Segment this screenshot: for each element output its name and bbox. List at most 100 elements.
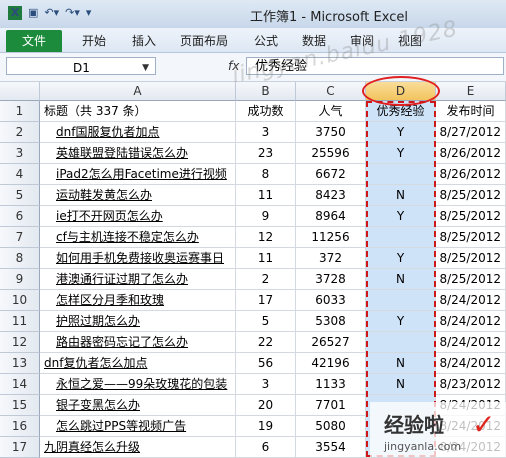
cell-title[interactable]: ie打不开网页怎么办 <box>40 206 236 227</box>
cell-success-count[interactable]: 3 <box>236 374 296 395</box>
cell-title[interactable]: dnf复仇者怎么加点 <box>40 353 236 374</box>
row-header[interactable]: 15 <box>0 395 40 416</box>
cell-success-count[interactable]: 8 <box>236 164 296 185</box>
chevron-down-icon[interactable]: ▼ <box>142 59 149 77</box>
excel-app-icon[interactable]: X <box>8 6 22 20</box>
cell-title[interactable]: iPad2怎么用Facetime进行视频 <box>40 164 236 185</box>
row-header[interactable]: 6 <box>0 206 40 227</box>
cell-excellent[interactable]: Y <box>366 311 436 332</box>
column-header-a[interactable]: A <box>40 82 236 101</box>
column-header-d[interactable]: D <box>366 82 436 101</box>
cell-success-count[interactable]: 19 <box>236 416 296 437</box>
cell-title[interactable]: 运动鞋发黄怎么办 <box>40 185 236 206</box>
cell-excellent[interactable]: N <box>366 353 436 374</box>
cell-popularity[interactable]: 3728 <box>296 269 366 290</box>
row-header[interactable]: 7 <box>0 227 40 248</box>
row-header[interactable]: 8 <box>0 248 40 269</box>
cell-title[interactable]: 怎样区分月季和玫瑰 <box>40 290 236 311</box>
column-header-e[interactable]: E <box>436 82 506 101</box>
row-header[interactable]: 5 <box>0 185 40 206</box>
cell-date[interactable]: 8/23/2012 <box>436 374 506 395</box>
cell-title[interactable]: cf与主机连接不稳定怎么办 <box>40 227 236 248</box>
cell-excellent[interactable] <box>366 290 436 311</box>
cell-popularity[interactable]: 372 <box>296 248 366 269</box>
tab-page-layout[interactable]: 页面布局 <box>180 32 228 49</box>
row-header[interactable]: 2 <box>0 122 40 143</box>
cell-excellent[interactable]: Y <box>366 248 436 269</box>
cell-excellent[interactable]: N <box>366 185 436 206</box>
cell-date[interactable]: 8/27/2012 <box>436 122 506 143</box>
row-header[interactable]: 1 <box>0 101 40 122</box>
cell-title[interactable]: 护照过期怎么办 <box>40 311 236 332</box>
row-header[interactable]: 3 <box>0 143 40 164</box>
column-header-c[interactable]: C <box>296 82 366 101</box>
cell-excellent[interactable]: Y <box>366 143 436 164</box>
cell-excellent[interactable]: N <box>366 269 436 290</box>
cell-popularity[interactable]: 5308 <box>296 311 366 332</box>
cell-excellent[interactable] <box>366 227 436 248</box>
row-header[interactable]: 14 <box>0 374 40 395</box>
cell-popularity[interactable]: 26527 <box>296 332 366 353</box>
cell-success-count[interactable]: 20 <box>236 395 296 416</box>
column-header-b[interactable]: B <box>236 82 296 101</box>
cell-title[interactable]: 永恒之爱——99朵玫瑰花的包装 <box>40 374 236 395</box>
cell-popularity[interactable]: 1133 <box>296 374 366 395</box>
spreadsheet-grid[interactable]: A B C D E 1 标题（共 337 条） 成功数 人气 优秀经验 发布时间 2 dnf国… <box>0 82 506 458</box>
cell-title[interactable]: 如何用手机免费接收奥运赛事日 <box>40 248 236 269</box>
cell-popularity[interactable]: 8964 <box>296 206 366 227</box>
row-header[interactable]: 4 <box>0 164 40 185</box>
header-cell-popularity[interactable]: 人气 <box>296 101 366 122</box>
cell-success-count[interactable]: 11 <box>236 248 296 269</box>
cell-date[interactable]: 8/24/2012 <box>436 311 506 332</box>
cell-success-count[interactable]: 12 <box>236 227 296 248</box>
cell-success-count[interactable]: 5 <box>236 311 296 332</box>
cell-success-count[interactable]: 9 <box>236 206 296 227</box>
cell-success-count[interactable]: 11 <box>236 185 296 206</box>
row-header[interactable]: 10 <box>0 290 40 311</box>
cell-popularity[interactable]: 3554 <box>296 437 366 458</box>
cell-success-count[interactable]: 3 <box>236 122 296 143</box>
cell-date[interactable]: 8/24/2012 <box>436 290 506 311</box>
header-cell-excellent[interactable]: 优秀经验 <box>366 101 436 122</box>
cell-success-count[interactable]: 6 <box>236 437 296 458</box>
cell-date[interactable]: 8/25/2012 <box>436 248 506 269</box>
cell-excellent[interactable]: Y <box>366 206 436 227</box>
cell-title[interactable]: 怎么跳过PPS等视频广告 <box>40 416 236 437</box>
tab-insert[interactable]: 插入 <box>132 32 156 49</box>
cell-popularity[interactable]: 6033 <box>296 290 366 311</box>
row-header[interactable]: 13 <box>0 353 40 374</box>
header-cell-success-count[interactable]: 成功数 <box>236 101 296 122</box>
tab-home[interactable]: 开始 <box>82 32 106 49</box>
row-header[interactable]: 9 <box>0 269 40 290</box>
cell-date[interactable]: 8/26/2012 <box>436 143 506 164</box>
cell-title[interactable]: 英雄联盟登陆错误怎么办 <box>40 143 236 164</box>
cell-title[interactable]: 九阴真经怎么升级 <box>40 437 236 458</box>
cell-success-count[interactable]: 22 <box>236 332 296 353</box>
cell-date[interactable]: 8/26/2012 <box>436 164 506 185</box>
tab-file[interactable]: 文件 <box>6 30 62 52</box>
row-header[interactable]: 16 <box>0 416 40 437</box>
cell-date[interactable]: 8/25/2012 <box>436 269 506 290</box>
cell-excellent[interactable]: Y <box>366 122 436 143</box>
header-cell-date[interactable]: 发布时间 <box>436 101 506 122</box>
cell-date[interactable]: 8/25/2012 <box>436 206 506 227</box>
cell-popularity[interactable]: 8423 <box>296 185 366 206</box>
header-cell-title[interactable]: 标题（共 337 条） <box>40 101 236 122</box>
cell-success-count[interactable]: 2 <box>236 269 296 290</box>
tab-formulas[interactable]: 公式 <box>254 32 278 49</box>
cell-date[interactable]: 8/25/2012 <box>436 185 506 206</box>
cell-title[interactable]: dnf国服复仇者加点 <box>40 122 236 143</box>
cell-success-count[interactable]: 56 <box>236 353 296 374</box>
customize-toolbar-icon[interactable]: ▾ <box>86 6 92 20</box>
undo-icon[interactable]: ↶▾ <box>44 6 59 20</box>
cell-excellent[interactable]: N <box>366 374 436 395</box>
cell-popularity[interactable]: 25596 <box>296 143 366 164</box>
cell-popularity[interactable]: 5080 <box>296 416 366 437</box>
name-box[interactable]: D1 ▼ <box>6 57 156 75</box>
cell-title[interactable]: 路由器密码忘记了怎么办 <box>40 332 236 353</box>
cell-title[interactable]: 银子变黑怎么办 <box>40 395 236 416</box>
cell-excellent[interactable] <box>366 332 436 353</box>
row-header[interactable]: 11 <box>0 311 40 332</box>
cell-date[interactable]: 8/25/2012 <box>436 227 506 248</box>
cell-popularity[interactable]: 42196 <box>296 353 366 374</box>
